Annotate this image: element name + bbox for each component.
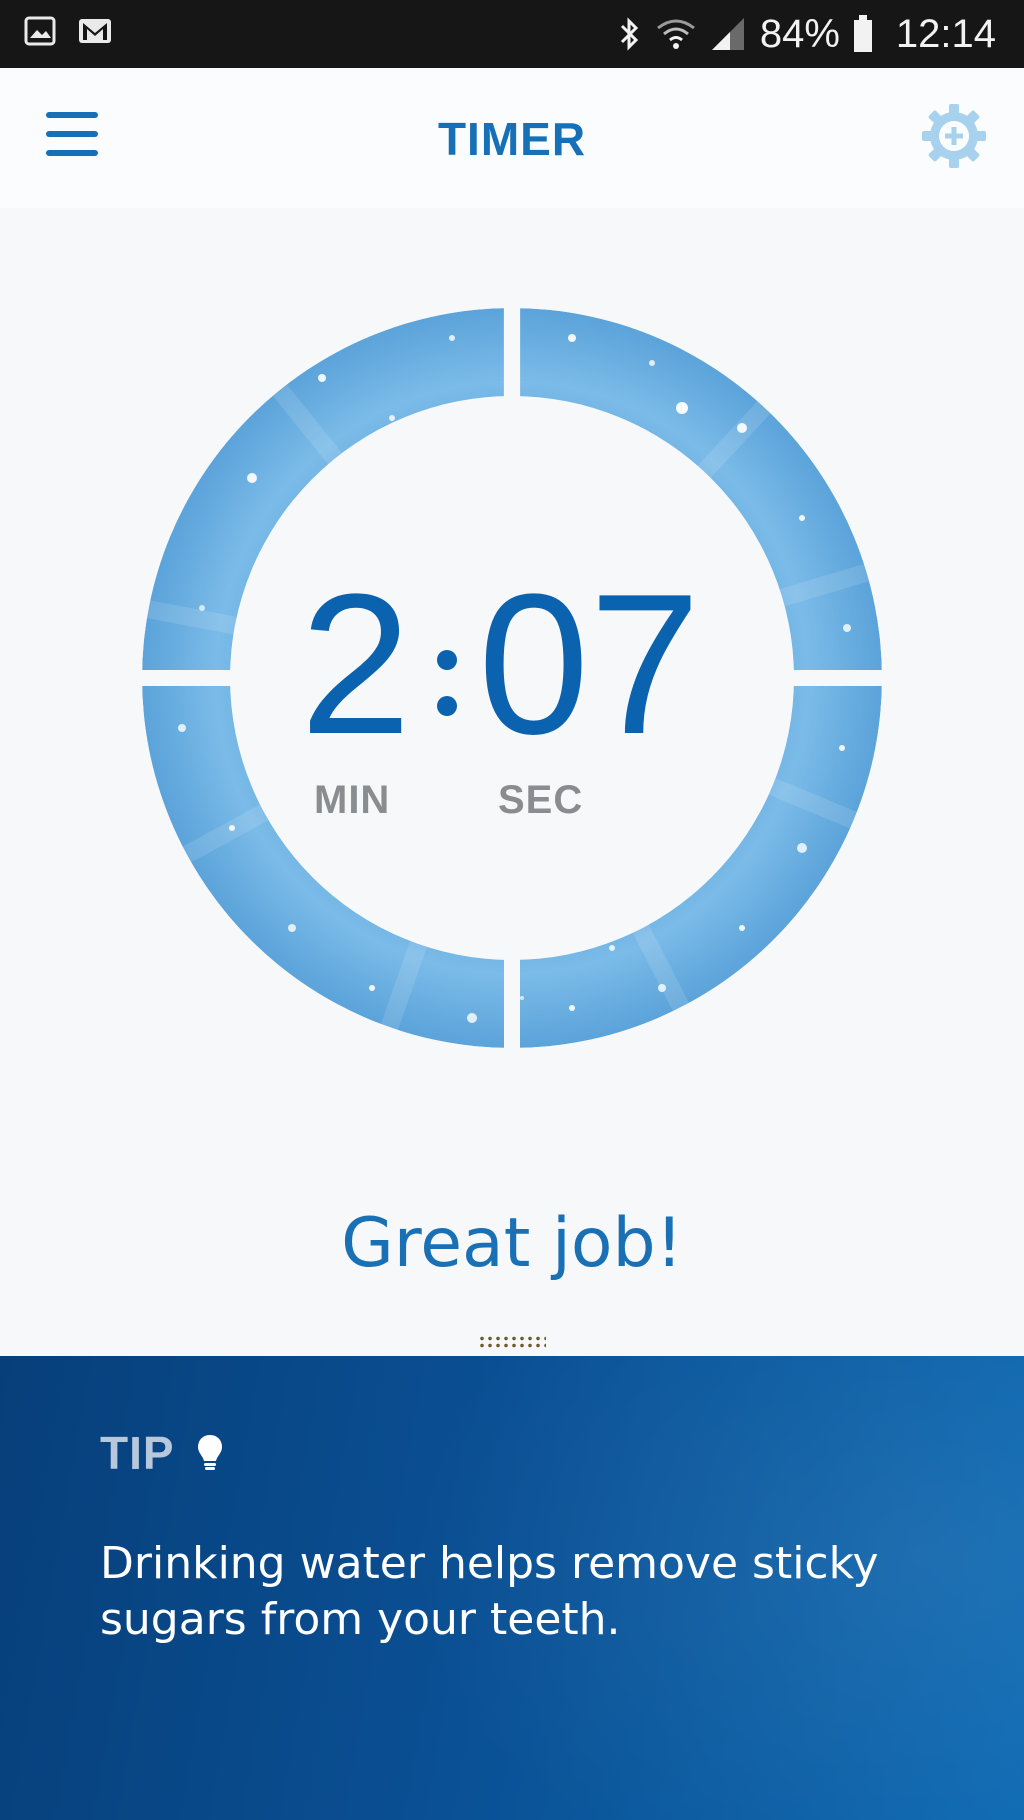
wifi-icon xyxy=(656,19,695,49)
time-colon xyxy=(433,650,463,740)
tip-panel[interactable]: TIP Drinking water helps remove sticky s… xyxy=(0,1356,1024,1820)
signal-icon xyxy=(711,18,744,50)
status-bar: 84% 12:14 xyxy=(0,0,1024,68)
min-label: MIN xyxy=(314,778,391,822)
tip-text: Drinking water helps remove sticky sugar… xyxy=(100,1538,879,1645)
settings-button[interactable] xyxy=(920,102,988,170)
tip-label: TIP xyxy=(100,1427,175,1479)
sec-label: SEC xyxy=(498,778,584,822)
image-icon xyxy=(24,16,56,46)
status-left xyxy=(24,16,112,46)
gear-plus-icon xyxy=(922,104,986,168)
bluetooth-icon xyxy=(620,17,638,51)
tip-header: TIP xyxy=(100,1426,223,1480)
battery-icon xyxy=(853,15,872,52)
seconds-value: 07 xyxy=(478,553,701,776)
app-header: TIMER xyxy=(0,68,1024,208)
gmail-icon xyxy=(79,19,111,43)
status-message: Great job! xyxy=(341,1204,683,1283)
status-right: 84% 12:14 xyxy=(618,8,996,60)
lightbulb-icon xyxy=(197,1435,222,1470)
page-title: TIMER xyxy=(437,113,587,165)
minutes-value: 2 xyxy=(300,553,412,776)
battery-percent: 84% xyxy=(759,11,840,56)
tip-drag-handle[interactable] xyxy=(478,1335,546,1349)
status-time: 12:14 xyxy=(895,11,996,56)
